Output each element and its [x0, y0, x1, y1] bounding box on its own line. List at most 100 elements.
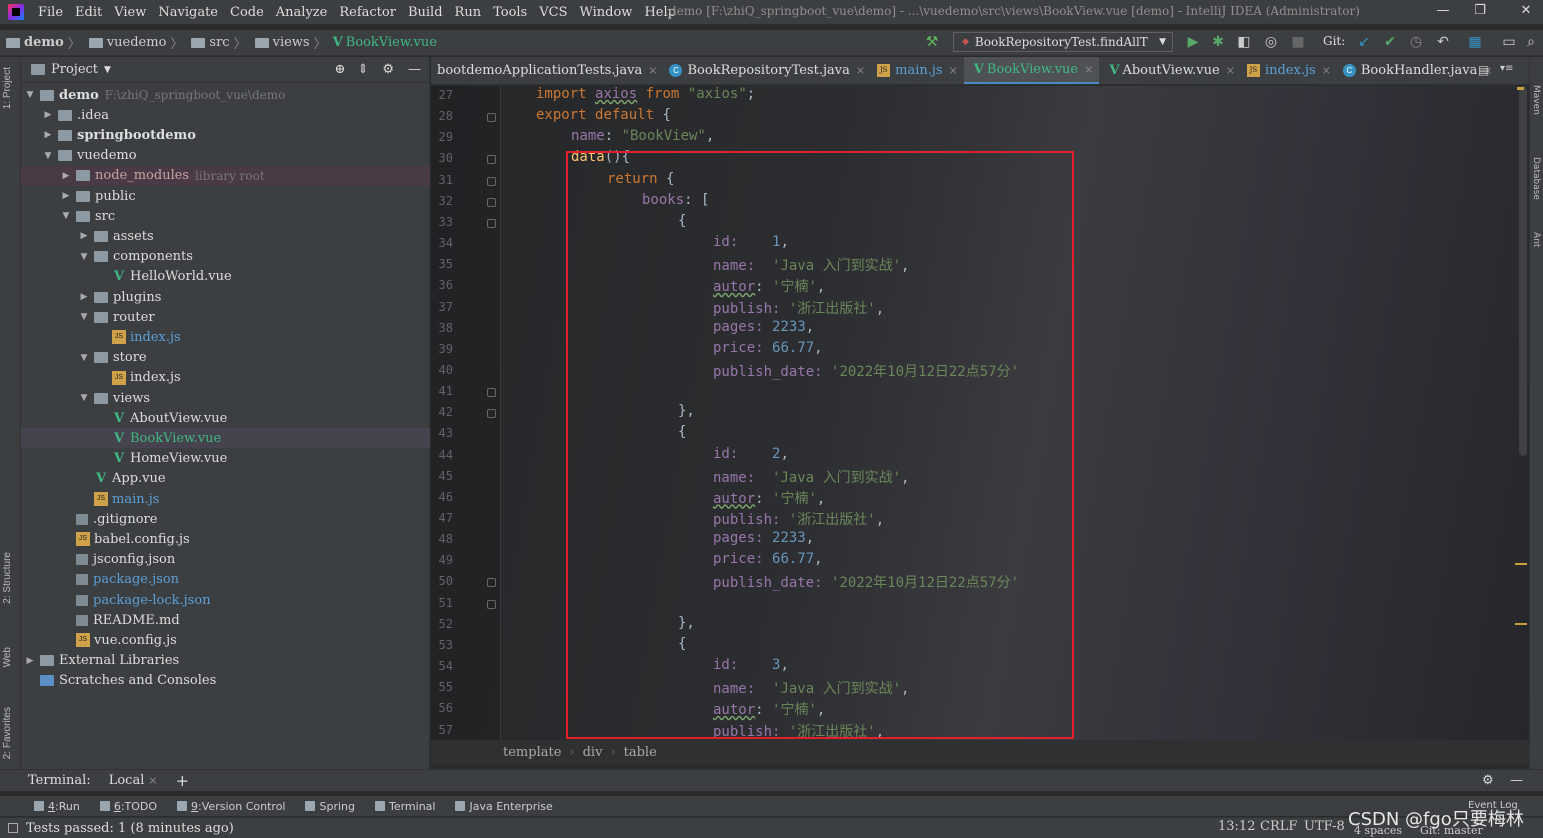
code-line[interactable]: publish: '浙江出版社', [713, 509, 884, 529]
menu-code[interactable]: Code [224, 5, 270, 20]
collapsed-arrow-icon[interactable]: ▶ [42, 130, 54, 140]
tree-item-public[interactable]: ▶ public [60, 186, 136, 206]
menu-edit[interactable]: Edit [69, 5, 108, 20]
code-line[interactable]: name: "BookView", [571, 128, 714, 144]
tree-item-components[interactable]: ▼ components [78, 247, 193, 267]
expanded-arrow-icon[interactable]: ▼ [78, 312, 90, 322]
editor-tab-bookview-vue[interactable]: V BookView.vue × [963, 57, 1100, 84]
code-line[interactable]: { [678, 424, 686, 440]
search-everywhere-icon[interactable]: ⌕ [1522, 33, 1540, 51]
chevron-down-icon[interactable]: ▼ [104, 65, 111, 75]
fold-marker-icon[interactable] [487, 409, 496, 419]
more-tabs-icon[interactable]: ▤ [1478, 63, 1489, 77]
tree-item-babel-config-js[interactable]: JS babel.config.js [60, 529, 190, 549]
tree-item-bookview-vue[interactable]: V BookView.vue [96, 428, 221, 448]
collapsed-arrow-icon[interactable]: ▶ [24, 656, 36, 666]
expanded-arrow-icon[interactable]: ▼ [78, 353, 90, 363]
editor-tab-aboutview-vue[interactable]: V AboutView.vue × [1099, 57, 1241, 84]
tree-item-demo[interactable]: ▼ demo F:\zhiQ_springboot_vue\demo [24, 85, 286, 105]
tree-item-homeview-vue[interactable]: V HomeView.vue [96, 449, 227, 469]
fold-marker-icon[interactable] [487, 113, 496, 123]
new-terminal-icon[interactable]: + [176, 771, 189, 790]
build-hammer-icon[interactable]: ⚒ [923, 33, 941, 51]
menu-navigate[interactable]: Navigate [152, 5, 224, 20]
stripe-tab-database[interactable]: Database [1531, 157, 1541, 200]
code-line[interactable]: publish: '浙江出版社', [713, 721, 884, 741]
code-line[interactable]: name: 'Java 入门到实战', [713, 678, 909, 698]
fold-marker-icon[interactable] [487, 599, 496, 609]
git-rollback-icon[interactable]: ↶ [1434, 33, 1452, 51]
code-line[interactable]: publish: '浙江出版社', [713, 298, 884, 318]
code-line[interactable]: pages: 2233, [713, 530, 814, 546]
menu-file[interactable]: File [32, 5, 69, 20]
gear-icon[interactable]: ⚙ [382, 62, 394, 77]
tree-item-vuedemo[interactable]: ▼ vuedemo [42, 146, 137, 166]
gear-icon[interactable]: ⚙ [1482, 773, 1494, 788]
collapse-all-icon[interactable]: ⇕ [357, 62, 368, 77]
code-line[interactable]: name: 'Java 入门到实战', [713, 467, 909, 487]
coverage-icon[interactable]: ◧ [1235, 33, 1253, 51]
code-line[interactable]: { [678, 636, 686, 652]
project-structure-icon[interactable]: ▦ [1466, 33, 1484, 51]
line-separator[interactable]: CRLF [1260, 819, 1297, 834]
expanded-arrow-icon[interactable]: ▼ [24, 90, 36, 100]
fold-marker-icon[interactable] [487, 155, 496, 165]
tree-item-aboutview-vue[interactable]: V AboutView.vue [96, 408, 227, 428]
file-encoding[interactable]: UTF-8 [1304, 819, 1345, 834]
editor-scrollbar[interactable] [1519, 86, 1527, 456]
fold-marker-icon[interactable] [487, 388, 496, 398]
tool-window-run[interactable]: 4: Run [34, 800, 80, 813]
tool-window-version-control[interactable]: 9: Version Control [177, 800, 285, 813]
fold-marker-icon[interactable] [487, 176, 496, 186]
code-line[interactable]: id: 3, [713, 657, 789, 673]
close-tab-icon[interactable]: × [856, 64, 865, 77]
presentation-icon[interactable]: ▭ [1500, 33, 1518, 51]
warning-marker[interactable] [1515, 623, 1527, 625]
debug-icon[interactable]: ✱ [1209, 33, 1227, 51]
git-update-icon[interactable]: ↙ [1355, 33, 1373, 51]
stripe-tab-maven[interactable]: Maven [1531, 85, 1541, 115]
menu-view[interactable]: View [108, 5, 152, 20]
tool-window-java-enterprise[interactable]: Java Enterprise [455, 800, 553, 813]
minimize-icon[interactable]: — [1433, 3, 1453, 21]
locate-icon[interactable]: ⊕ [335, 62, 346, 77]
code-line[interactable]: data(){ [571, 149, 630, 165]
tree-item-index-js[interactable]: JS index.js [96, 327, 181, 347]
menu-vcs[interactable]: VCS [533, 5, 573, 20]
close-tab-icon[interactable]: × [648, 64, 657, 77]
tree-item-vue-config-js[interactable]: JS vue.config.js [60, 630, 177, 650]
tree-item-package-json[interactable]: package.json [60, 570, 179, 590]
menu-window[interactable]: Window [573, 5, 638, 20]
toggle-tool-windows-icon[interactable] [8, 823, 18, 833]
restore-icon[interactable]: ❐ [1470, 3, 1490, 21]
menu-analyze[interactable]: Analyze [270, 5, 334, 20]
profile-icon[interactable]: ◎ [1262, 33, 1280, 51]
code-line[interactable]: price: 66.77, [713, 340, 823, 356]
stripe-tab-structure[interactable]: 2: Structure [2, 552, 13, 604]
tree-item-jsconfig-json[interactable]: jsconfig.json [60, 550, 175, 570]
close-tab-icon[interactable]: × [1226, 64, 1235, 77]
tree-item-external-libraries[interactable]: ▶ External Libraries [24, 651, 180, 671]
stripe-tab-favorites[interactable]: 2: Favorites [2, 707, 13, 759]
close-tab-icon[interactable]: × [1322, 64, 1331, 77]
status-message[interactable]: Tests passed: 1 (8 minutes ago) [26, 821, 234, 836]
collapsed-arrow-icon[interactable]: ▶ [78, 292, 90, 302]
tree-item-springbootdemo[interactable]: ▶ springbootdemo [42, 125, 196, 145]
tree-item-plugins[interactable]: ▶ plugins [78, 287, 162, 307]
tree-item-src[interactable]: ▼ src [60, 206, 116, 226]
code-line[interactable]: publish_date: '2022年10月12日22点57分' [713, 572, 1019, 592]
code-line[interactable]: id: 2, [713, 446, 789, 462]
code-line[interactable]: autor: '宁楠', [713, 488, 825, 508]
expanded-arrow-icon[interactable]: ▼ [42, 151, 54, 161]
close-tab-icon[interactable]: × [148, 774, 157, 787]
code-editor[interactable]: 27 28 29 30 31 32 33 34 35 36 37 38 39 40 41 42 43 44 45 46… [431, 86, 1529, 740]
breadcrumb-bookview[interactable]: V BookView.vue [329, 35, 437, 50]
git-commit-icon[interactable]: ✔ [1381, 33, 1399, 51]
code-line[interactable]: id: 1, [713, 234, 789, 250]
editor-tab-main-js[interactable]: JS main.js × [871, 57, 964, 84]
tree-item-helloworld-vue[interactable]: V HelloWorld.vue [96, 267, 232, 287]
git-history-icon[interactable]: ◷ [1407, 33, 1425, 51]
code-line[interactable]: import axios from "axios"; [536, 86, 755, 102]
tool-window-terminal[interactable]: Terminal [374, 800, 435, 813]
tree-item--gitignore[interactable]: .gitignore [60, 509, 157, 529]
